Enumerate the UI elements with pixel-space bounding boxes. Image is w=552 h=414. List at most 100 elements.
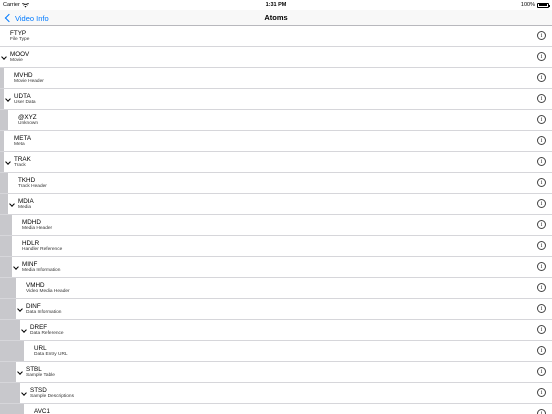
atom-row[interactable]: DREF Data Reference i bbox=[0, 320, 552, 341]
atom-row-content: MVHD Movie Header i bbox=[4, 68, 552, 88]
atom-row[interactable]: MDHD Media Header i bbox=[0, 215, 552, 236]
atom-row[interactable]: AVC1 i bbox=[0, 404, 552, 414]
atom-description: Sample Descriptions bbox=[30, 394, 74, 399]
atom-name: MVHD bbox=[14, 72, 33, 79]
atom-row-content: STBL Sample Table i bbox=[16, 362, 552, 382]
atom-description: Handler Reference bbox=[22, 247, 63, 252]
chevron-down-icon[interactable] bbox=[17, 369, 23, 375]
info-icon[interactable]: i bbox=[537, 115, 546, 124]
info-icon[interactable]: i bbox=[537, 325, 546, 334]
info-icon[interactable]: i bbox=[537, 94, 546, 103]
atom-list[interactable]: FTYP File Type i MOOV Movie i MVHD Movie Header… bbox=[0, 26, 552, 414]
info-icon[interactable]: i bbox=[537, 367, 546, 376]
atom-row-content: TRAK Track i bbox=[4, 152, 552, 172]
atom-name: MDHD bbox=[22, 219, 41, 226]
info-icon[interactable]: i bbox=[537, 31, 546, 40]
info-icon[interactable]: i bbox=[537, 73, 546, 82]
info-icon[interactable]: i bbox=[537, 388, 546, 397]
page-title: Atoms bbox=[264, 13, 288, 22]
atom-name: META bbox=[14, 135, 32, 142]
atom-row-content: @XYZ Unknown i bbox=[8, 110, 552, 130]
info-icon[interactable]: i bbox=[537, 304, 546, 313]
atom-row-content: MDHD Media Header i bbox=[12, 215, 552, 235]
atom-row[interactable]: VMHD Video Media Header i bbox=[0, 278, 552, 299]
atom-row[interactable]: @XYZ Unknown i bbox=[0, 110, 552, 131]
atom-name: URL bbox=[34, 345, 47, 352]
atom-name: FTYP bbox=[10, 30, 27, 37]
atom-name: TRAK bbox=[14, 156, 31, 163]
battery-icon bbox=[537, 2, 550, 8]
atom-description: Data Entry URL bbox=[34, 352, 68, 357]
info-icon[interactable]: i bbox=[537, 52, 546, 61]
indent-bar bbox=[0, 383, 20, 403]
atom-description: Video Media Header bbox=[26, 289, 70, 294]
atom-description: Media Information bbox=[22, 268, 61, 273]
indent-bar bbox=[0, 236, 12, 256]
chevron-down-icon[interactable] bbox=[21, 327, 27, 333]
atom-description: Track Header bbox=[18, 184, 47, 189]
indent-bar bbox=[0, 278, 16, 298]
status-bar: Carrier 1:31 PM 100% bbox=[0, 0, 552, 10]
chevron-down-icon[interactable] bbox=[17, 306, 23, 312]
atom-row-content: DINF Data Information i bbox=[16, 299, 552, 319]
atom-row[interactable]: MINF Media Information i bbox=[0, 257, 552, 278]
atom-row[interactable]: STBL Sample Table i bbox=[0, 362, 552, 383]
atom-row-content: UDTA User Data i bbox=[4, 89, 552, 109]
indent-bar bbox=[0, 194, 8, 214]
atom-row-content: MDIA Media i bbox=[8, 194, 552, 214]
atom-row[interactable]: MOOV Movie i bbox=[0, 47, 552, 68]
atom-row-content: VMHD Video Media Header i bbox=[16, 278, 552, 298]
atom-row-content: MOOV Movie i bbox=[0, 47, 552, 67]
atom-name: HDLR bbox=[22, 240, 40, 247]
atom-row-content: TKHD Track Header i bbox=[8, 173, 552, 193]
atom-name: STSD bbox=[30, 387, 47, 394]
info-icon[interactable]: i bbox=[537, 220, 546, 229]
atom-description: Data Reference bbox=[30, 331, 64, 336]
atom-row-content: AVC1 i bbox=[24, 404, 552, 414]
indent-bar bbox=[0, 173, 8, 193]
atom-description: Movie bbox=[10, 58, 23, 63]
indent-bar bbox=[0, 299, 16, 319]
atom-description: User Data bbox=[14, 100, 36, 105]
info-icon[interactable]: i bbox=[537, 157, 546, 166]
info-icon[interactable]: i bbox=[537, 409, 546, 414]
chevron-down-icon[interactable] bbox=[1, 54, 7, 60]
atom-description: File Type bbox=[10, 37, 30, 42]
atom-row[interactable]: META Meta i bbox=[0, 131, 552, 152]
info-icon[interactable]: i bbox=[537, 283, 546, 292]
chevron-down-icon[interactable] bbox=[5, 96, 11, 102]
atom-row-content: FTYP File Type i bbox=[0, 26, 552, 46]
atom-row[interactable]: DINF Data Information i bbox=[0, 299, 552, 320]
info-icon[interactable]: i bbox=[537, 262, 546, 271]
atom-description: Media bbox=[18, 205, 32, 210]
info-icon[interactable]: i bbox=[537, 199, 546, 208]
atom-row-content: DREF Data Reference i bbox=[20, 320, 552, 340]
atom-row[interactable]: TKHD Track Header i bbox=[0, 173, 552, 194]
atom-row[interactable]: TRAK Track i bbox=[0, 152, 552, 173]
atom-name: MDIA bbox=[18, 198, 34, 205]
status-right: 100% bbox=[520, 0, 550, 10]
indent-bar bbox=[0, 110, 8, 130]
atom-name: MINF bbox=[22, 261, 38, 268]
indent-bar bbox=[0, 362, 16, 382]
info-icon[interactable]: i bbox=[537, 136, 546, 145]
atom-row[interactable]: MVHD Movie Header i bbox=[0, 68, 552, 89]
chevron-down-icon[interactable] bbox=[13, 264, 19, 270]
info-icon[interactable]: i bbox=[537, 178, 546, 187]
navigation-bar: Video Info Atoms bbox=[0, 10, 552, 26]
atom-row[interactable]: STSD Sample Descriptions i bbox=[0, 383, 552, 404]
atom-description: Data Information bbox=[26, 310, 62, 315]
atom-name: @XYZ bbox=[18, 114, 37, 121]
atom-row[interactable]: URL Data Entry URL i bbox=[0, 341, 552, 362]
atom-row[interactable]: UDTA User Data i bbox=[0, 89, 552, 110]
battery-percent: 100% bbox=[520, 2, 535, 8]
atom-name: VMHD bbox=[26, 282, 45, 289]
info-icon[interactable]: i bbox=[537, 241, 546, 250]
chevron-down-icon[interactable] bbox=[9, 201, 15, 207]
atom-row[interactable]: FTYP File Type i bbox=[0, 26, 552, 47]
atom-row[interactable]: HDLR Handler Reference i bbox=[0, 236, 552, 257]
atom-row[interactable]: MDIA Media i bbox=[0, 194, 552, 215]
chevron-down-icon[interactable] bbox=[21, 390, 27, 396]
chevron-down-icon[interactable] bbox=[5, 159, 11, 165]
info-icon[interactable]: i bbox=[537, 346, 546, 355]
